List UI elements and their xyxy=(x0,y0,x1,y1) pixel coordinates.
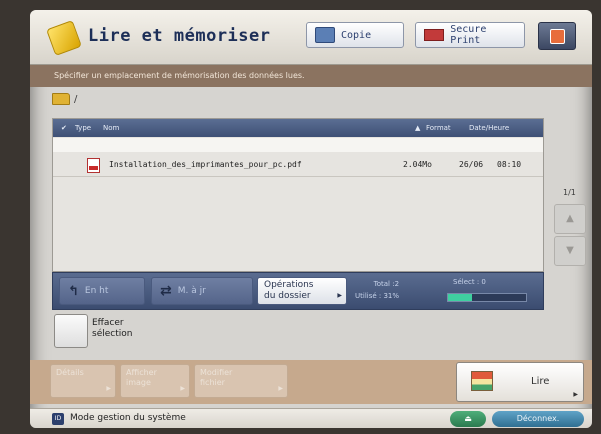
parent-folder-row[interactable] xyxy=(53,138,543,152)
eject-button[interactable]: ⏏ xyxy=(450,411,486,427)
title-bar: Lire et mémoriser Copie Secure Print xyxy=(30,10,592,65)
row-divider xyxy=(53,176,543,177)
submenu-arrow-icon: ▶ xyxy=(106,385,111,392)
show-image-button[interactable]: Afficher image ▶ xyxy=(120,364,190,398)
folder-operations-button[interactable]: Opérations du dossier ▶ xyxy=(257,277,347,305)
copy-button[interactable]: Copie xyxy=(306,22,404,48)
copy-label: Copie xyxy=(341,29,372,41)
clear-selection-line1: Effacer xyxy=(92,318,124,328)
scan-read-icon xyxy=(471,371,493,391)
column-format[interactable]: Format xyxy=(426,119,451,137)
submenu-arrow-icon: ▶ xyxy=(180,385,185,392)
submenu-arrow-icon: ▶ xyxy=(573,391,578,398)
submenu-arrow-icon: ▶ xyxy=(337,292,342,299)
scroll-down-button[interactable]: ▼ xyxy=(554,236,586,266)
page-indicator: 1/1 xyxy=(563,188,576,197)
modify-file-button[interactable]: Modifier fichier ▶ xyxy=(194,364,288,398)
column-check[interactable]: ✔ xyxy=(61,119,67,137)
table-row[interactable]: Installation_des_imprimantes_pour_pc.pdf… xyxy=(53,155,543,175)
action-bar: Détails ▶ Afficher image ▶ Modifier fich… xyxy=(30,360,592,404)
details-label: Détails xyxy=(56,368,84,377)
folder-operations-label: Opérations du dossier xyxy=(264,280,313,302)
storage-usage-bar xyxy=(447,293,527,302)
arrow-up-icon: ↰ xyxy=(68,283,79,299)
column-name[interactable]: Nom xyxy=(103,119,119,137)
chevron-up-icon: ▲ xyxy=(566,213,574,224)
refresh-icon: ⇄ xyxy=(160,283,172,299)
clear-selection-line2: sélection xyxy=(92,329,133,339)
read-store-app-icon xyxy=(46,20,82,56)
path-label: / xyxy=(74,93,78,105)
file-toolbar: ↰ En ht ⇄ M. à jr Opérations du dossier … xyxy=(52,272,544,310)
status-bar: ID Mode gestion du système ⏏ Déconnex. xyxy=(30,408,592,428)
logout-label: Déconnex. xyxy=(516,414,560,423)
clear-selection-button[interactable] xyxy=(54,314,88,348)
modify-file-line1: Modifier xyxy=(200,368,233,377)
main-menu-icon xyxy=(550,29,565,44)
up-level-button[interactable]: ↰ En ht xyxy=(59,277,145,305)
details-button[interactable]: Détails ▶ xyxy=(50,364,116,398)
eject-icon: ⏏ xyxy=(464,414,472,423)
id-badge-icon: ID xyxy=(52,413,64,425)
up-level-label: En ht xyxy=(84,286,109,296)
folder-icon xyxy=(52,93,70,105)
refresh-label: M. à jr xyxy=(177,286,206,296)
file-time: 08:10 xyxy=(497,160,522,169)
scroll-up-button[interactable]: ▲ xyxy=(554,204,586,234)
refresh-button[interactable]: ⇄ M. à jr xyxy=(151,277,253,305)
read-button[interactable]: Lire ▶ xyxy=(456,362,584,402)
file-date: 26/06 xyxy=(459,160,484,169)
read-label: Lire xyxy=(531,376,550,387)
total-count: Total :2 xyxy=(373,280,400,288)
sort-ascending-icon: ▲ xyxy=(415,124,421,132)
touch-screen: Lire et mémoriser Copie Secure Print Spé… xyxy=(30,10,592,428)
column-type[interactable]: Type xyxy=(75,119,91,137)
submenu-arrow-icon: ▶ xyxy=(278,385,283,392)
storage-usage-fill xyxy=(448,294,473,301)
modify-file-line2: fichier xyxy=(200,378,225,387)
instruction-text: Spécifier un emplacement de mémorisation… xyxy=(30,65,592,87)
main-menu-button[interactable] xyxy=(538,22,576,50)
secure-print-icon xyxy=(424,29,445,41)
column-date[interactable]: Date/Heure xyxy=(469,119,509,137)
secure-print-button[interactable]: Secure Print xyxy=(415,22,525,48)
file-format: 2.04Mo xyxy=(403,160,432,169)
logout-button[interactable]: Déconnex. xyxy=(492,411,584,427)
current-path: / xyxy=(52,90,77,108)
selected-count: Sélect : 0 xyxy=(453,278,486,286)
show-image-line1: Afficher xyxy=(126,368,157,377)
copy-icon xyxy=(315,27,335,43)
clear-selection-label: Effacer sélection xyxy=(92,318,172,340)
pdf-icon xyxy=(87,158,100,173)
file-list-header: ✔ Type Nom ▲ Format Date/Heure xyxy=(53,119,543,137)
show-image-line2: image xyxy=(126,378,151,387)
page-title: Lire et mémoriser xyxy=(88,26,271,46)
storage-totals: Total :2 Utilisé : 31% xyxy=(355,278,399,302)
folder-operations-line1: Opérations xyxy=(264,280,314,290)
chevron-down-icon: ▼ xyxy=(566,245,574,256)
used-percent: Utilisé : 31% xyxy=(355,292,400,300)
system-mode-text: Mode gestion du système xyxy=(70,413,186,423)
folder-operations-line2: du dossier xyxy=(264,291,311,301)
file-list: ✔ Type Nom ▲ Format Date/Heure Installat… xyxy=(52,118,544,272)
file-name: Installation_des_imprimantes_pour_pc.pdf xyxy=(109,160,302,169)
secure-print-label: Secure Print xyxy=(450,24,487,46)
